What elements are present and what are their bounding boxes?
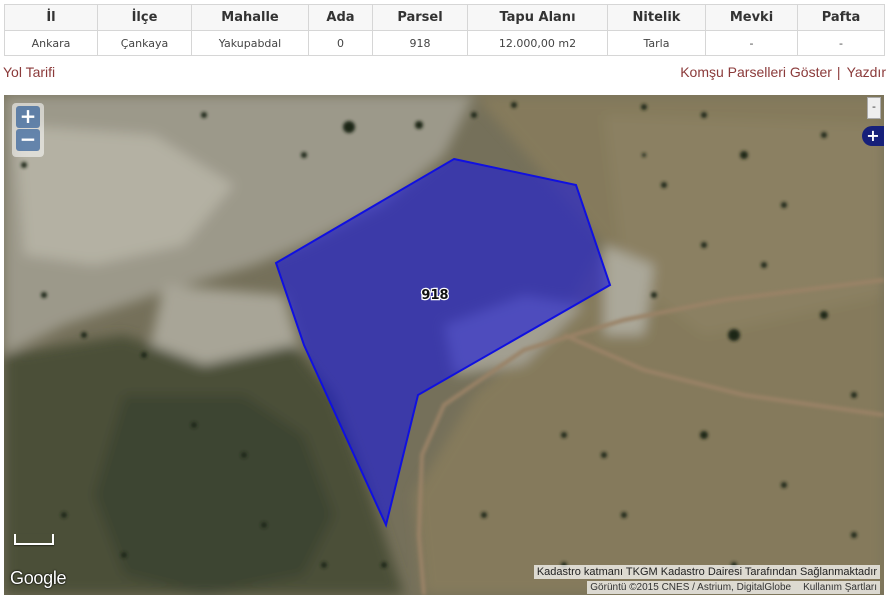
- zoom-control: + −: [12, 103, 44, 157]
- zoom-in-button[interactable]: +: [16, 106, 40, 128]
- header-parsel: Parsel: [372, 4, 468, 31]
- header-ada: Ada: [308, 4, 373, 31]
- show-neighbor-parcels-link[interactable]: Komşu Parselleri Göster: [680, 64, 832, 80]
- layer-switcher-expand-button[interactable]: +: [862, 126, 884, 146]
- cadastre-attribution: Kadastro katmanı TKGM Kadastro Dairesi T…: [533, 565, 880, 579]
- imagery-credit: Görüntü ©2015 CNES / Astrium, DigitalGlo…: [590, 582, 792, 593]
- cell-pafta: -: [797, 30, 885, 56]
- right-links: Komşu Parselleri Göster | Yazdır: [680, 64, 886, 80]
- map-view[interactable]: 918 + − - + Google Kadastro katmanı TKGM…: [4, 95, 884, 595]
- header-mevki: Mevki: [705, 4, 798, 31]
- directions-link[interactable]: Yol Tarifi: [3, 64, 55, 80]
- cell-nitelik: Tarla: [607, 30, 706, 56]
- cell-ada: 0: [308, 30, 373, 56]
- cell-parsel: 918: [372, 30, 468, 56]
- header-ilce: İlçe: [97, 4, 192, 31]
- cell-il: Ankara: [4, 30, 98, 56]
- scale-bar: [14, 534, 54, 545]
- google-logo[interactable]: Google: [10, 568, 67, 589]
- cell-ilce: Çankaya: [97, 30, 192, 56]
- header-il: İl: [4, 4, 98, 31]
- header-tapu-alani: Tapu Alanı: [467, 4, 608, 31]
- terms-of-use-link[interactable]: Kullanım Şartları: [803, 582, 877, 593]
- map-links-bar: Yol Tarifi Komşu Parselleri Göster | Yazdı…: [3, 64, 886, 82]
- table-row: Ankara Çankaya Yakupabdal 0 918 12.000,0…: [4, 30, 885, 56]
- parcel-info-table: İl İlçe Mahalle Ada Parsel Tapu Alanı Ni…: [4, 4, 885, 56]
- parcel-label: 918: [421, 288, 448, 303]
- imagery-attribution: Görüntü ©2015 CNES / Astrium, DigitalGlo…: [587, 581, 880, 594]
- print-link[interactable]: Yazdır: [847, 64, 886, 80]
- layer-switcher-collapse-button[interactable]: -: [867, 97, 881, 119]
- zoom-out-button[interactable]: −: [16, 129, 40, 151]
- header-pafta: Pafta: [797, 4, 885, 31]
- link-separator: |: [836, 64, 841, 80]
- cell-mevki: -: [705, 30, 798, 56]
- satellite-imagery: 918: [4, 95, 884, 595]
- table-header-row: İl İlçe Mahalle Ada Parsel Tapu Alanı Ni…: [4, 4, 885, 31]
- cell-mahalle: Yakupabdal: [191, 30, 309, 56]
- header-mahalle: Mahalle: [191, 4, 309, 31]
- header-nitelik: Nitelik: [607, 4, 706, 31]
- cell-tapu-alani: 12.000,00 m2: [467, 30, 608, 56]
